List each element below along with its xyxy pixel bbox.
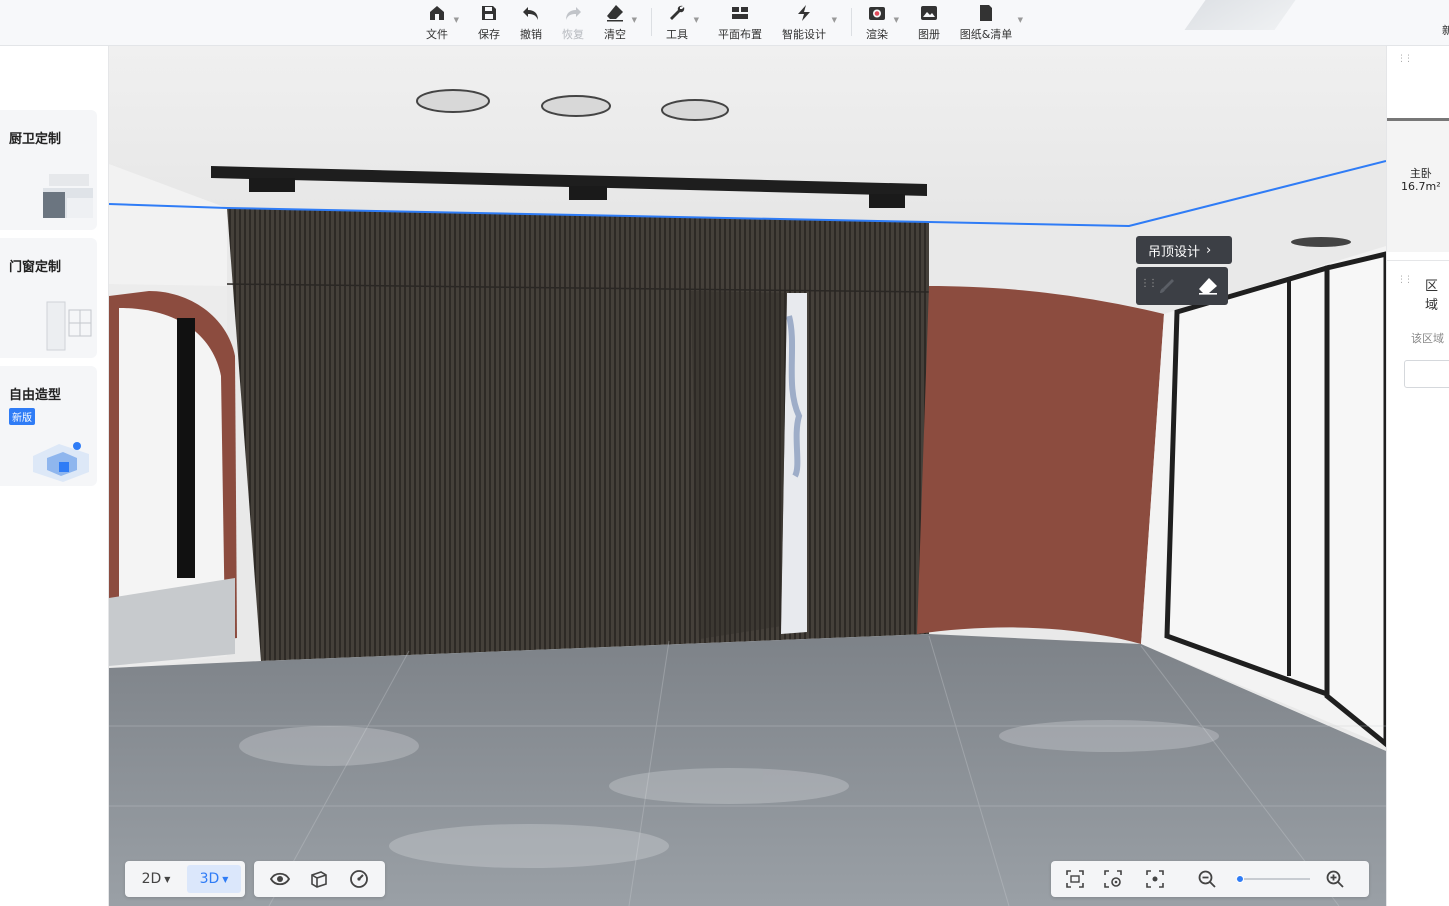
2d-view-button[interactable]: 2D ▼ — [129, 865, 183, 893]
ceiling-downlight[interactable] — [416, 89, 490, 113]
left-catalog-panel: 厨卫定制 门窗定制 自由造型 新版 — [0, 46, 109, 906]
save-icon — [482, 6, 496, 20]
drag-handle-icon[interactable]: ⋮⋮ — [1397, 54, 1413, 64]
card-title: 厨卫定制 — [9, 132, 62, 147]
sliding-glass-door[interactable] — [1164, 264, 1330, 698]
chevron-down-icon: ▼ — [222, 874, 229, 884]
3d-view-button[interactable]: 3D ▼ — [187, 865, 241, 893]
zoom-slider-handle[interactable] — [1235, 875, 1244, 883]
eye-icon[interactable] — [269, 869, 290, 889]
ceiling-design-button[interactable]: 吊顶设计 › — [1136, 236, 1232, 264]
card-title: 门窗定制 — [9, 260, 62, 275]
kitchen-bath-card[interactable]: 厨卫定制 — [0, 110, 97, 230]
panel-divider — [1387, 260, 1449, 261]
document-icon — [980, 5, 992, 21]
area-hint-text: 该区域 — [1411, 332, 1444, 345]
room-3d-scene[interactable] — [109, 46, 1386, 906]
render-button[interactable]: 渲染 ▼ — [864, 2, 899, 42]
zoom-controls — [1051, 861, 1369, 897]
top-right-truncated-label[interactable]: 新 — [1442, 22, 1449, 38]
file-button[interactable]: 文件 ▼ — [424, 2, 459, 42]
ceiling-downlight[interactable] — [661, 99, 729, 121]
smart-design-button[interactable]: 智能设计 ▼ — [780, 2, 837, 42]
gauge-icon[interactable] — [349, 869, 369, 889]
ceiling-tools: ⋮⋮ — [1136, 267, 1228, 305]
chevron-down-icon: ▼ — [453, 16, 459, 24]
camera-icon — [869, 7, 885, 20]
brush-icon[interactable] — [1158, 277, 1176, 295]
zoom-out-icon[interactable] — [1197, 869, 1217, 889]
lightning-icon — [798, 5, 810, 21]
track-spotlight[interactable] — [249, 178, 295, 192]
undo-button[interactable]: 撤销 — [518, 2, 544, 42]
floor-plan-button[interactable]: 平面布置 — [716, 2, 764, 42]
view-mode-switch: 2D ▼ 3D ▼ — [125, 861, 245, 897]
chevron-down-icon: ▼ — [164, 874, 171, 884]
free-modeling-thumbnail — [33, 442, 89, 482]
track-spotlight[interactable] — [869, 194, 905, 208]
cube-icon[interactable] — [309, 869, 329, 889]
floor-plan-icon — [732, 7, 748, 19]
undo-icon — [523, 7, 538, 20]
floor-plan-minimap[interactable]: 主卧 16.7m² — [1387, 118, 1449, 252]
home-icon — [430, 6, 444, 20]
ceiling-downlight[interactable] — [1291, 237, 1351, 247]
drag-handle-icon[interactable]: ⋮⋮ — [1140, 278, 1158, 289]
eraser-icon[interactable] — [1198, 277, 1218, 295]
toolbar-divider — [651, 8, 652, 36]
view-settings-icon[interactable] — [1103, 869, 1123, 889]
chevron-down-icon: ▼ — [1017, 16, 1023, 24]
top-toolbar: 文件 ▼ 保存 撤销 恢复 清空 ▼ 工具 ▼ 平面布置 智能设计 ▼ 渲染 ▼ — [0, 0, 1449, 46]
free-modeling-card[interactable]: 自由造型 新版 — [0, 366, 97, 486]
card-title: 自由造型 — [9, 388, 62, 403]
slatted-feature-wall[interactable] — [227, 208, 929, 661]
door-window-thumbnail — [46, 301, 92, 351]
chevron-down-icon: ▼ — [893, 16, 899, 24]
drawings-list-button[interactable]: 图纸&清单 ▼ — [958, 2, 1023, 42]
top-right-decoration — [1184, 0, 1296, 30]
focus-icon[interactable] — [1145, 869, 1165, 889]
zoom-in-icon[interactable] — [1325, 869, 1345, 889]
new-version-badge: 新版 — [9, 408, 35, 425]
redo-icon — [566, 7, 581, 20]
image-icon — [921, 6, 937, 20]
terracotta-curved-wall[interactable] — [917, 286, 1164, 644]
eraser-icon — [607, 5, 623, 22]
ceiling-downlight[interactable] — [541, 95, 611, 117]
chevron-down-icon: ▼ — [693, 16, 699, 24]
chevron-down-icon: ▼ — [631, 16, 637, 24]
redo-button[interactable]: 恢复 — [560, 2, 586, 42]
door-window-card[interactable]: 门窗定制 — [0, 238, 97, 358]
zoom-slider[interactable] — [1235, 875, 1310, 883]
clear-button[interactable]: 清空 ▼ — [602, 2, 637, 42]
fit-view-icon[interactable] — [1065, 869, 1085, 889]
ceiling[interactable] — [109, 46, 1386, 226]
save-button[interactable]: 保存 — [476, 2, 502, 42]
door-frame — [177, 318, 195, 578]
album-button[interactable]: 图册 — [916, 2, 942, 42]
sliding-glass-door[interactable] — [1324, 251, 1386, 748]
toolbar-divider — [851, 8, 852, 36]
track-spotlight[interactable] — [569, 186, 607, 200]
ceiling-design-popup: 吊顶设计 › ⋮⋮ — [1136, 236, 1232, 305]
chevron-right-icon: › — [1206, 242, 1212, 258]
minimap-room-label: 主卧 16.7m² — [1401, 167, 1441, 193]
drag-handle-icon[interactable]: ⋮⋮ — [1397, 275, 1413, 285]
chevron-down-icon: ▼ — [831, 16, 837, 24]
tools-button[interactable]: 工具 ▼ — [664, 2, 699, 42]
view-tools-group — [254, 861, 385, 897]
right-properties-panel: ⋮⋮ 主卧 16.7m² ⋮⋮ 区域 该区域 — [1386, 46, 1449, 906]
tab-area[interactable]: 区域 — [1425, 275, 1449, 313]
3d-viewport[interactable]: 吊顶设计 › ⋮⋮ 2D ▼ 3D ▼ — [109, 46, 1386, 906]
wrench-icon — [670, 5, 685, 21]
kitchen-thumbnail — [43, 174, 93, 218]
area-name-input[interactable] — [1404, 360, 1449, 388]
